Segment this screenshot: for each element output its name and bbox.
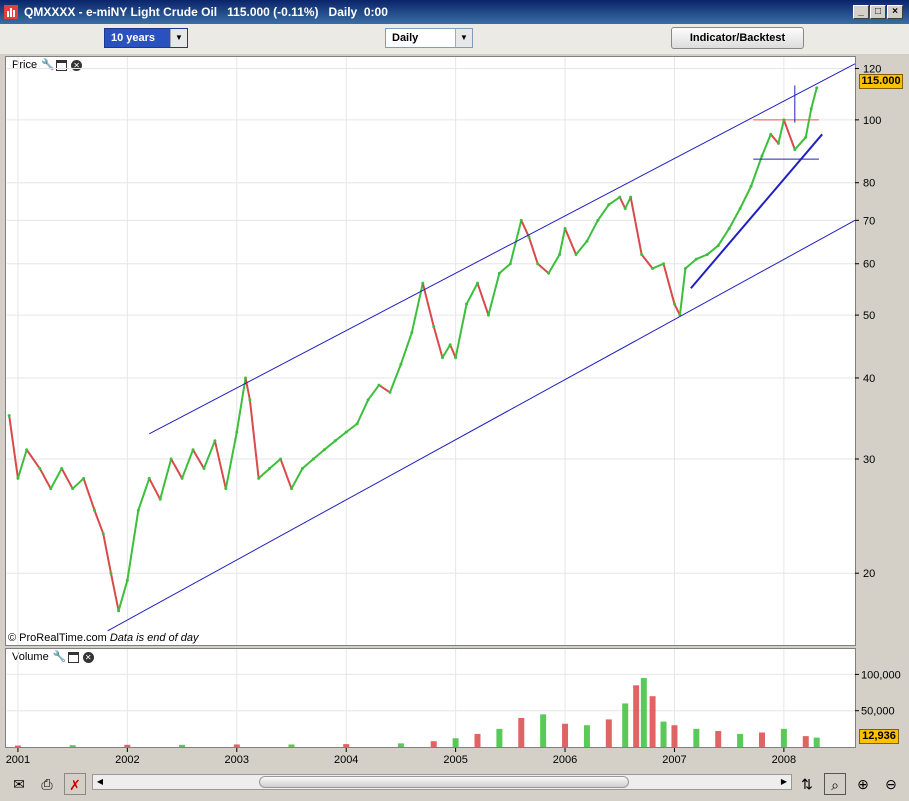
window-icon[interactable]: [67, 651, 79, 663]
chart-credit: © ProRealTime.com Data is end of day: [8, 632, 199, 644]
window-title: QMXXXX - e-miNY Light Crude Oil 115.000 …: [24, 5, 388, 19]
x-tick-label: 2002: [115, 754, 139, 766]
credit-text: © ProRealTime.com: [8, 632, 107, 644]
price-panel: Price 🔧 ✕: [5, 56, 856, 646]
y-tick-label: 100: [863, 115, 881, 127]
volume-y-tick-label: 100,000: [861, 669, 901, 681]
app-icon: [4, 5, 18, 19]
x-tick-label: 2005: [443, 754, 467, 766]
price-panel-title: Price: [12, 59, 38, 71]
zoom-out-icon[interactable]: ⊖: [880, 773, 902, 795]
window-icon[interactable]: [56, 59, 68, 71]
y-tick-label: 60: [863, 259, 875, 271]
interval-select-value: Daily: [392, 32, 419, 44]
y-tick-label: 70: [863, 215, 875, 227]
x-tick-label: 2001: [6, 754, 30, 766]
minimize-button[interactable]: _: [853, 5, 869, 19]
zoom-in-icon[interactable]: ⊕: [852, 773, 874, 795]
last-price-badge: 115.000: [859, 74, 903, 89]
price-panel-header: Price 🔧 ✕: [12, 59, 83, 71]
scroll-left-arrow[interactable]: ◀: [93, 775, 107, 789]
eod-note: Data is end of day: [109, 632, 199, 644]
volume-panel-title: Volume: [12, 651, 49, 663]
close-icon[interactable]: ✕: [82, 651, 94, 663]
x-tick-label: 2007: [662, 754, 686, 766]
period-select-value: 10 years: [111, 32, 156, 44]
chart-scrollbar[interactable]: ◀ ▶: [92, 774, 792, 790]
y-tick-label: 50: [863, 310, 875, 322]
volume-panel-header: Volume 🔧 ✕: [12, 651, 94, 663]
chevron-down-icon: ▼: [170, 29, 187, 47]
mail-icon[interactable]: ✉: [8, 773, 30, 795]
x-tick-label: 2006: [553, 754, 577, 766]
interval-select[interactable]: Daily ▼: [385, 28, 473, 48]
y-tick-label: 80: [863, 178, 875, 190]
scroll-thumb[interactable]: [259, 776, 629, 788]
y-tick-label: 30: [863, 454, 875, 466]
toolbar: 10 years ▼ Daily ▼ Indicator/Backtest: [0, 24, 909, 54]
scroll-arrows-icon[interactable]: ⇅: [796, 773, 818, 795]
x-tick-label: 2004: [334, 754, 358, 766]
window-title-bar: QMXXXX - e-miNY Light Crude Oil 115.000 …: [0, 0, 909, 24]
last-volume-badge: 12,936: [859, 729, 899, 744]
period-select[interactable]: 10 years ▼: [104, 28, 188, 48]
x-tick-label: 2003: [225, 754, 249, 766]
close-window-button[interactable]: ×: [887, 5, 903, 19]
no-cursor-icon[interactable]: ✗: [64, 773, 86, 795]
print-icon[interactable]: ⎙: [36, 773, 58, 795]
x-tick-label: 2008: [772, 754, 796, 766]
chevron-down-icon: ▼: [455, 29, 472, 47]
wrench-icon[interactable]: 🔧: [53, 651, 67, 663]
y-tick-label: 40: [863, 373, 875, 385]
indicator-backtest-button[interactable]: Indicator/Backtest: [671, 27, 804, 49]
maximize-button[interactable]: □: [870, 5, 886, 19]
scroll-right-arrow[interactable]: ▶: [777, 775, 791, 789]
close-icon[interactable]: ✕: [71, 59, 83, 71]
volume-y-tick-label: 50,000: [861, 706, 895, 718]
zoom-select-icon[interactable]: ⌕: [824, 773, 846, 795]
wrench-icon[interactable]: 🔧: [41, 59, 55, 71]
volume-panel: Volume 🔧 ✕: [5, 648, 856, 748]
y-tick-label: 20: [863, 568, 875, 580]
